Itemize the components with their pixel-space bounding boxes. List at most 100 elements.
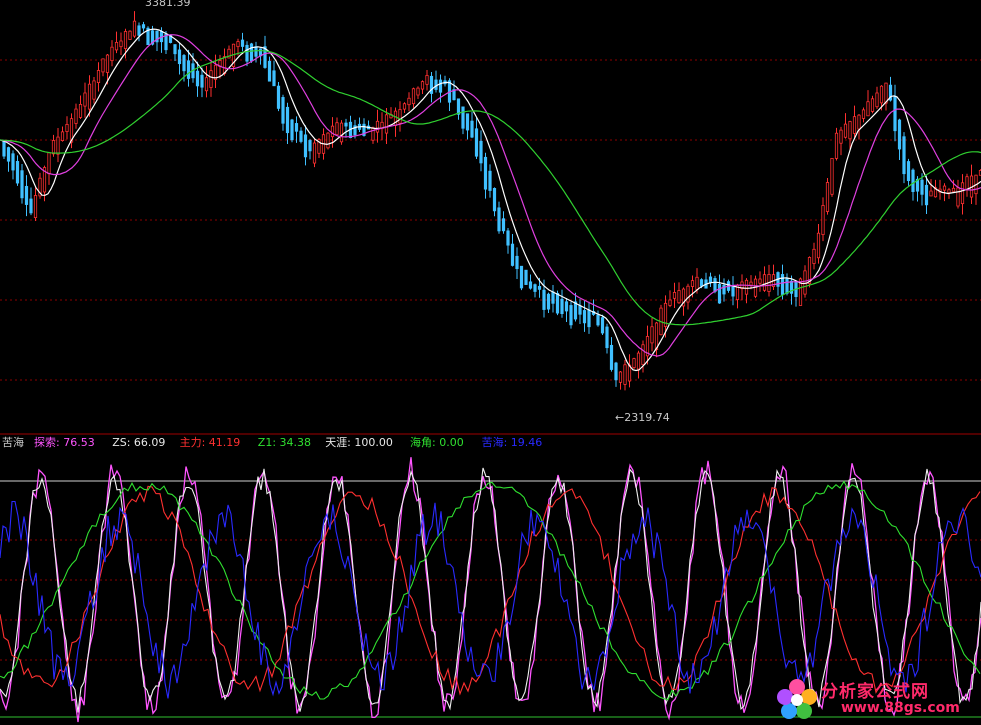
- candle-body: [839, 129, 843, 144]
- candle-body: [582, 310, 587, 324]
- candle-body: [632, 358, 636, 368]
- watermark-url: www.88gs.com: [841, 700, 960, 716]
- indicator-legend: 苦海 探索: 76.53 ZS: 66.09 主力: 41.19 Z1: 34.38 天涯…: [2, 435, 542, 449]
- watermark-title: 分析家公式网: [821, 682, 929, 702]
- candle-body: [2, 141, 6, 157]
- candle-body: [821, 205, 825, 235]
- candle-body: [20, 170, 24, 199]
- ma-white-line: [0, 28, 981, 372]
- candle-body: [416, 87, 420, 96]
- candle-body: [686, 285, 690, 303]
- candle-body: [56, 136, 60, 155]
- candle-body: [420, 81, 425, 90]
- candle-body: [110, 46, 114, 62]
- candle-body: [924, 184, 929, 206]
- candle-body: [96, 70, 101, 83]
- candle-body: [83, 92, 87, 107]
- candle-body: [285, 106, 290, 134]
- candle-body: [578, 305, 582, 315]
- candle-body: [24, 185, 29, 205]
- candle-body: [474, 128, 479, 157]
- candle-body: [785, 278, 789, 294]
- candle-body: [501, 218, 506, 232]
- candle-body: [605, 326, 609, 349]
- candle-body: [668, 299, 672, 306]
- candle-body: [434, 79, 438, 90]
- candle-body: [101, 58, 105, 73]
- candle-body: [830, 157, 834, 195]
- candle-body: [519, 265, 524, 289]
- candle-body: [65, 124, 69, 132]
- candle-body: [542, 289, 546, 310]
- candle-body: [713, 278, 717, 292]
- candle-body: [29, 198, 33, 214]
- candle-body: [600, 317, 605, 334]
- candle-body: [528, 281, 533, 289]
- candle-body: [560, 298, 564, 315]
- candle-body: [875, 92, 879, 108]
- candle-body: [731, 285, 735, 297]
- candle-body: [60, 131, 65, 142]
- candle-body: [870, 98, 875, 112]
- candle-body: [492, 188, 497, 212]
- candle-body: [533, 284, 537, 292]
- candle-body: [861, 109, 866, 119]
- candle-body: [479, 140, 483, 164]
- candle-body: [641, 344, 645, 366]
- candle-body: [587, 309, 591, 328]
- candle-body: [299, 130, 303, 142]
- candle-body: [816, 232, 821, 259]
- candle-body: [555, 292, 560, 314]
- candle-body: [524, 269, 528, 285]
- candle-body: [672, 292, 677, 299]
- candle-body: [546, 293, 551, 310]
- candle-body: [92, 80, 96, 100]
- candle-body: [11, 153, 15, 171]
- ind-zhuli-line: [0, 485, 981, 696]
- candle-body: [308, 140, 312, 152]
- candle-body: [879, 85, 884, 104]
- candle-body: [956, 187, 960, 207]
- candle-body: [506, 230, 510, 246]
- candle-body: [137, 25, 141, 36]
- candle-body: [123, 31, 128, 49]
- candle-body: [699, 279, 704, 287]
- candlesticks: [2, 11, 981, 391]
- candle-body: [141, 24, 146, 29]
- candle-body: [569, 305, 573, 326]
- candle-body: [744, 279, 749, 295]
- candle-body: [330, 125, 335, 138]
- candle-body: [636, 352, 641, 370]
- candle-body: [551, 291, 555, 304]
- candle-body: [843, 123, 848, 138]
- candle-body: [857, 114, 861, 130]
- candle-body: [204, 77, 209, 92]
- candle-body: [749, 281, 753, 286]
- candle-body: [407, 97, 411, 106]
- candle-body: [173, 44, 177, 55]
- flower-logo-icon: [777, 679, 817, 719]
- candle-body: [209, 70, 213, 88]
- candle-body: [119, 40, 123, 48]
- candle-body: [708, 276, 713, 283]
- candle-body: [105, 54, 110, 73]
- candle-body: [465, 113, 470, 131]
- candle-body: [303, 134, 308, 158]
- candle-body: [128, 30, 132, 40]
- candle-body: [411, 88, 416, 105]
- candle-body: [195, 70, 200, 87]
- candle-body: [222, 56, 227, 75]
- candle-body: [461, 106, 465, 129]
- candle-body: [240, 39, 245, 47]
- candle-body: [780, 274, 785, 295]
- candle-body: [51, 140, 56, 155]
- legend-item: 探索: 76.53: [34, 435, 95, 449]
- candle-body: [402, 103, 407, 110]
- candle-body: [164, 33, 168, 51]
- high-annotation: 3381.39: [145, 0, 191, 9]
- candle-body: [654, 322, 659, 350]
- candle-body: [573, 301, 578, 320]
- low-annotation: ←2319.74: [615, 411, 670, 424]
- candle-body: [803, 270, 807, 295]
- candle-body: [650, 326, 654, 344]
